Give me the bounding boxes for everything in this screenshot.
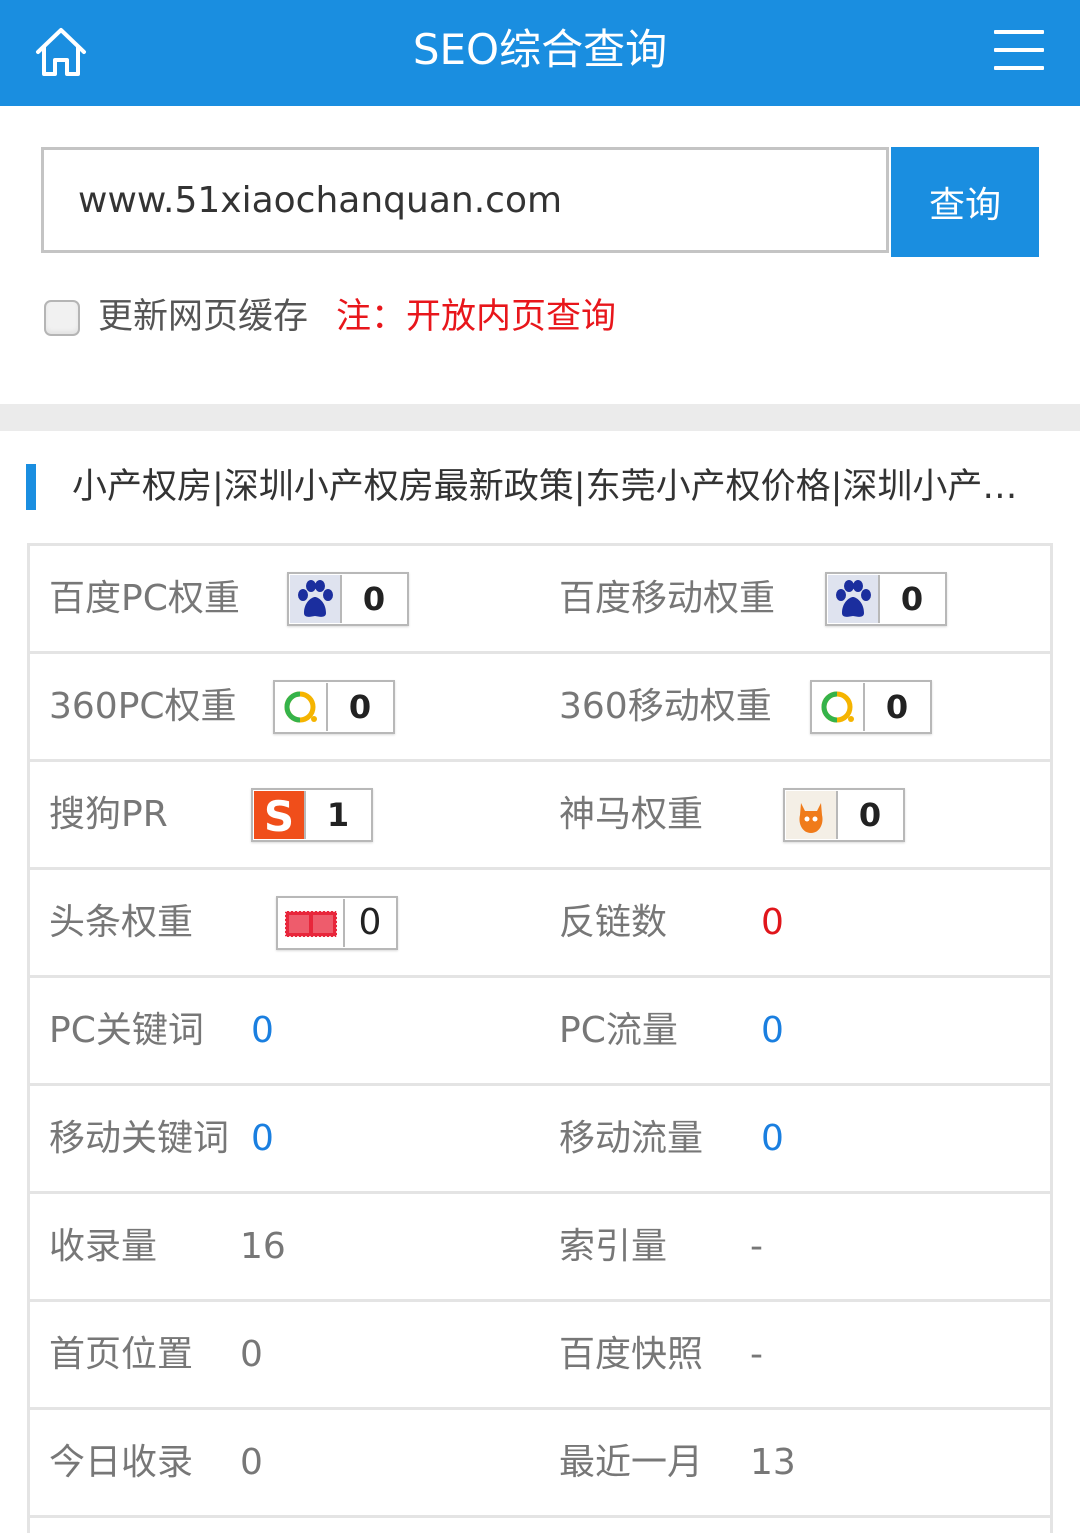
toutiao-logo-icon <box>279 899 345 947</box>
last-month-label: 最近一月 <box>559 1442 704 1483</box>
baidu-mobile-weight-badge[interactable]: 0 <box>825 572 947 626</box>
360-mobile-weight-badge[interactable]: 0 <box>810 680 932 734</box>
domain-search-input[interactable] <box>41 147 889 253</box>
360-pc-weight-value: 0 <box>348 688 372 726</box>
shenma-weight-label: 神马权重 <box>559 794 704 835</box>
svg-text:S: S <box>264 792 294 839</box>
sogou-pr-badge[interactable]: S 1 <box>251 788 373 842</box>
shenma-weight-value: 0 <box>858 796 882 834</box>
query-button[interactable]: 查询 <box>891 147 1039 257</box>
table-row: 收录量 16 索引量 - <box>30 1194 1050 1302</box>
index-volume-value: - <box>750 1226 763 1267</box>
today-indexed-value: 0 <box>240 1442 263 1483</box>
sogou-pr-label: 搜狗PR <box>49 794 168 835</box>
baidu-pc-weight-badge[interactable]: 0 <box>287 572 409 626</box>
homepage-position-value: 0 <box>240 1334 263 1375</box>
baidu-snapshot-value: - <box>750 1334 763 1375</box>
table-row: 百度PC权重 0 百度移动权重 0 <box>30 546 1050 654</box>
360-pc-weight-badge[interactable]: 0 <box>273 680 395 734</box>
sogou-s-icon: S <box>254 791 306 841</box>
hamburger-menu-icon <box>994 30 1044 34</box>
shenma-unicorn-icon <box>786 791 838 839</box>
baidu-pc-weight-label: 百度PC权重 <box>49 578 240 619</box>
360-search-icon <box>276 683 328 731</box>
accent-bar <box>26 464 36 510</box>
backlinks-value[interactable]: 0 <box>761 870 784 975</box>
360-pc-weight-label: 360PC权重 <box>49 686 237 727</box>
shenma-weight-badge[interactable]: 0 <box>783 788 905 842</box>
pc-keywords-value[interactable]: 0 <box>251 978 274 1083</box>
mobile-traffic-label: 移动流量 <box>559 1118 704 1159</box>
inner-page-note: 注：开放内页查询 <box>336 297 617 337</box>
mobile-keywords-value[interactable]: 0 <box>251 1086 274 1191</box>
update-cache-label[interactable]: 更新网页缓存 <box>98 292 308 342</box>
menu-button[interactable] <box>994 30 1048 72</box>
update-cache-checkbox[interactable] <box>44 300 80 336</box>
table-row: 搜狗PR S 1 神马权重 0 <box>30 762 1050 870</box>
pc-traffic-label: PC流量 <box>559 1010 678 1051</box>
360-mobile-weight-value: 0 <box>885 688 909 726</box>
today-indexed-label: 今日收录 <box>49 1442 194 1483</box>
homepage-position-label: 首页位置 <box>49 1334 194 1375</box>
baidu-mobile-weight-value: 0 <box>900 580 924 618</box>
360-mobile-weight-label: 360移动权重 <box>559 686 772 727</box>
mobile-keywords-label: 移动关键词 <box>49 1118 230 1159</box>
top-bar: SEO综合查询 <box>0 0 1080 106</box>
indexed-count-value: 16 <box>240 1226 286 1267</box>
toutiao-weight-badge[interactable]: 0 <box>276 896 398 950</box>
site-title-header: 小产权房|深圳小产权房最新政策|东莞小产权价格|深圳小产权房网-51小产权房网 <box>26 462 1056 512</box>
backlinks-label: 反链数 <box>559 902 668 943</box>
sogou-pr-value: 1 <box>326 796 350 834</box>
toutiao-weight-value: 0 <box>358 902 382 943</box>
page-title: SEO综合查询 <box>412 25 668 74</box>
index-volume-label: 索引量 <box>559 1226 668 1267</box>
baidu-paw-icon <box>290 575 342 623</box>
table-row: 首页位置 0 百度快照 - <box>30 1302 1050 1410</box>
baidu-pc-weight-value: 0 <box>362 580 386 618</box>
baidu-paw-icon <box>828 575 880 623</box>
toutiao-weight-label: 头条权重 <box>49 902 194 943</box>
site-title: 小产权房|深圳小产权房最新政策|东莞小产权价格|深圳小产权房网-51小产权房网 <box>72 467 1050 507</box>
table-row: 移动关键词 0 移动流量 0 <box>30 1086 1050 1194</box>
table-row: PC关键词 0 PC流量 0 <box>30 978 1050 1086</box>
pc-keywords-label: PC关键词 <box>49 1010 204 1051</box>
mobile-traffic-value[interactable]: 0 <box>761 1086 784 1191</box>
section-divider <box>0 404 1080 431</box>
baidu-snapshot-label: 百度快照 <box>559 1334 704 1375</box>
last-month-value: 13 <box>750 1442 796 1483</box>
360-search-icon <box>813 683 865 731</box>
table-row: 今日收录 0 最近一月 13 <box>30 1410 1050 1518</box>
table-row: 360PC权重 0 360移动权重 0 <box>30 654 1050 762</box>
pc-traffic-value[interactable]: 0 <box>761 978 784 1083</box>
seo-metrics-table: 百度PC权重 0 百度移动权重 0 360PC权重 0 360移动权重 0 搜狗… <box>27 543 1053 1533</box>
search-panel: 查询 更新网页缓存 注：开放内页查询 <box>0 106 1080 404</box>
table-row: 头条权重 0 反链数 0 <box>30 870 1050 978</box>
indexed-count-label: 收录量 <box>49 1226 158 1267</box>
baidu-mobile-weight-label: 百度移动权重 <box>559 578 776 619</box>
